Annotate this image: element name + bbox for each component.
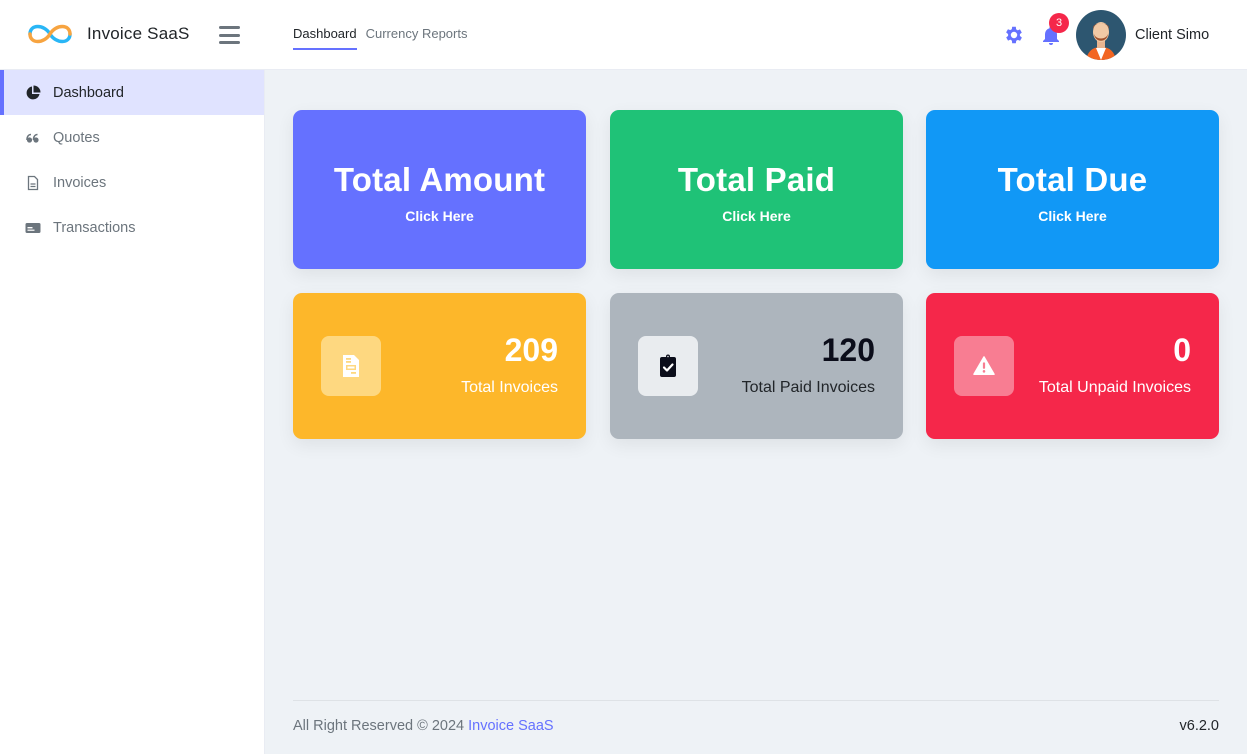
card-action-link[interactable]: Click Here bbox=[926, 208, 1219, 224]
total-amount-card[interactable]: Total Amount Click Here bbox=[293, 110, 586, 269]
user-name[interactable]: Client Simo bbox=[1135, 27, 1209, 43]
gear-icon[interactable] bbox=[1003, 24, 1025, 46]
card-action-link[interactable]: Click Here bbox=[610, 208, 903, 224]
file-icon bbox=[24, 174, 42, 192]
hamburger-icon[interactable] bbox=[219, 26, 240, 44]
sidebar-item-dashboard[interactable]: Dashboard bbox=[0, 70, 264, 115]
sidebar-item-label: Dashboard bbox=[53, 84, 124, 101]
copyright-text: All Right Reserved © 2024 bbox=[293, 718, 465, 734]
credit-card-icon bbox=[24, 219, 42, 237]
total-due-card[interactable]: Total Due Click Here bbox=[926, 110, 1219, 269]
avatar[interactable] bbox=[1076, 10, 1126, 60]
sidebar-item-invoices[interactable]: Invoices bbox=[0, 160, 264, 205]
brand-name[interactable]: Invoice SaaS bbox=[87, 24, 190, 44]
notification-badge: 3 bbox=[1049, 13, 1069, 33]
stat-value: 120 bbox=[821, 332, 875, 368]
sidebar-item-label: Transactions bbox=[53, 219, 136, 236]
stat-label: Total Invoices bbox=[461, 379, 558, 396]
total-invoices-card[interactable]: 209 Total Invoices bbox=[293, 293, 586, 439]
footer-brand-link[interactable]: Invoice SaaS bbox=[468, 718, 553, 734]
total-paid-invoices-card[interactable]: 120 Total Paid Invoices bbox=[610, 293, 903, 439]
sidebar-item-transactions[interactable]: Transactions bbox=[0, 205, 264, 250]
sidebar: Dashboard Quotes Invoices Transactions bbox=[0, 70, 265, 754]
quote-icon bbox=[24, 129, 42, 147]
header-tabs: Dashboard Currency Reports bbox=[293, 26, 467, 50]
tab-currency-reports[interactable]: Currency Reports bbox=[366, 26, 468, 50]
logo[interactable] bbox=[24, 20, 76, 48]
card-title: Total Due bbox=[997, 161, 1148, 198]
card-title: Total Amount bbox=[333, 161, 546, 198]
total-unpaid-invoices-card[interactable]: 0 Total Unpaid Invoices bbox=[926, 293, 1219, 439]
stat-label: Total Paid Invoices bbox=[741, 379, 875, 396]
stat-value: 0 bbox=[1173, 332, 1191, 368]
total-paid-card[interactable]: Total Paid Click Here bbox=[610, 110, 903, 269]
sidebar-item-label: Invoices bbox=[53, 174, 107, 191]
invoice-icon bbox=[321, 336, 381, 396]
infinity-logo-icon bbox=[28, 24, 72, 44]
stat-label: Total Unpaid Invoices bbox=[1038, 379, 1191, 396]
sidebar-item-label: Quotes bbox=[53, 129, 100, 146]
sidebar-item-quotes[interactable]: Quotes bbox=[0, 115, 264, 160]
clipboard-check-icon bbox=[638, 336, 698, 396]
top-header: Invoice SaaS Dashboard Currency Reports … bbox=[0, 0, 1247, 70]
pie-chart-icon bbox=[24, 84, 42, 102]
footer-copyright: All Right Reserved © 2024 Invoice SaaS bbox=[293, 718, 554, 734]
tab-dashboard[interactable]: Dashboard bbox=[293, 26, 357, 50]
footer-divider bbox=[293, 700, 1219, 701]
warning-icon bbox=[954, 336, 1014, 396]
card-action-link[interactable]: Click Here bbox=[293, 208, 586, 224]
stat-value: 209 bbox=[504, 332, 558, 368]
card-title: Total Paid bbox=[677, 161, 836, 198]
app-version: v6.2.0 bbox=[1179, 718, 1220, 734]
